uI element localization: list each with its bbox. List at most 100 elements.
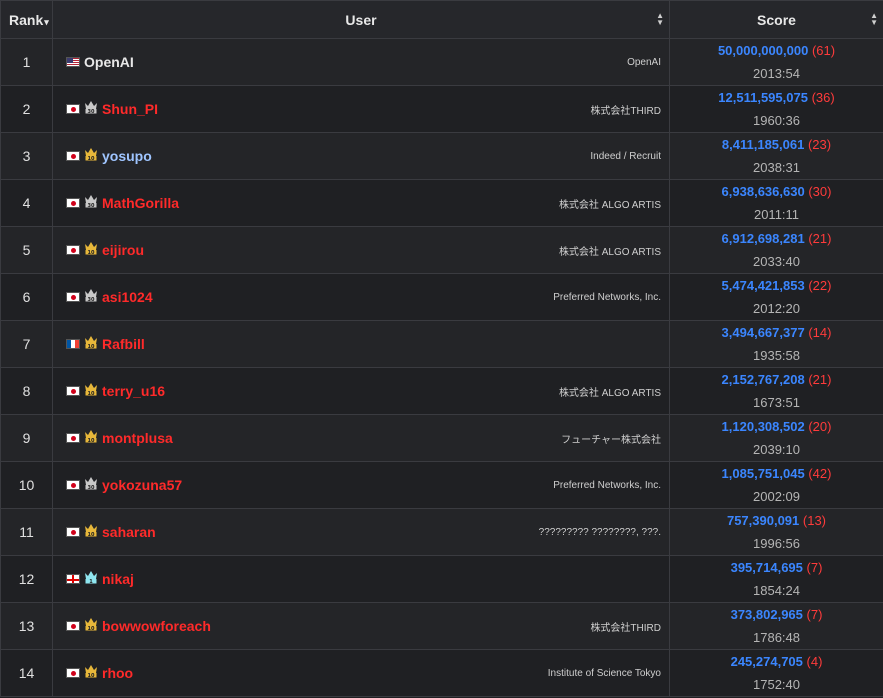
user-sort-icon[interactable]: ▲ ▼ [656, 12, 664, 27]
penalty-value: (4) [806, 654, 823, 669]
score-value: 8,411,185,061 [721, 137, 805, 152]
rating-crown-icon: 10 [84, 616, 102, 636]
penalty-value: (14) [808, 325, 832, 340]
country-flag-icon [66, 574, 80, 584]
score-cell: 8,411,185,061 (23) 2038:31 [669, 132, 883, 180]
username-link[interactable]: Rafbill [102, 336, 145, 352]
rank-cell: 8 [0, 367, 53, 415]
rank-value: 14 [18, 665, 35, 681]
score-value: 5,474,421,853 [721, 278, 805, 293]
rank-value: 13 [18, 618, 35, 634]
country-flag-icon [66, 151, 80, 161]
rating-crown-icon: 30 [84, 193, 102, 213]
svg-text:10: 10 [88, 250, 95, 255]
username-link[interactable]: MathGorilla [102, 195, 179, 211]
user-cell: 30 asi1024 Preferred Networks, Inc. [52, 273, 670, 321]
affiliation: 株式会社 ALGO ARTIS [558, 199, 661, 211]
score-cell: 3,494,667,377 (14) 1935:58 [669, 320, 883, 368]
username-link[interactable]: Shun_PI [102, 101, 158, 117]
affiliation: OpenAI [627, 56, 661, 68]
table-row: 9 10 montplusa フューチャー株式会社 1,120,308,502 (20)… [0, 414, 883, 462]
penalty-value: (42) [808, 466, 832, 481]
penalty-value: (7) [806, 607, 823, 622]
score-cell: 395,714,695 (7) 1854:24 [669, 555, 883, 603]
score-cell: 50,000,000,000 (61) 2013:54 [669, 38, 883, 86]
score-header[interactable]: Score ▲ ▼ [669, 0, 883, 39]
rank-cell: 12 [0, 555, 53, 603]
table-row: 3 10 yosupo Indeed / Recruit 8,411,185,061 (… [0, 132, 883, 180]
table-row: 1 OpenAI OpenAI 50,000,000,000 (61) 2013:54 [0, 38, 883, 86]
user-cell: OpenAI OpenAI [52, 38, 670, 86]
score-cell: 12,511,595,075 (36) 1960:36 [669, 85, 883, 133]
score-value: 395,714,695 [730, 560, 803, 575]
user-cell: 10 bowwowforeach 株式会社THIRD [52, 602, 670, 650]
username-link[interactable]: saharan [102, 524, 156, 540]
penalty-value: (13) [802, 513, 827, 528]
elapsed-time: 2012:20 [753, 301, 800, 316]
rank-value: 7 [22, 336, 31, 352]
rating-crown-icon: 10 [84, 522, 102, 542]
username-link[interactable]: asi1024 [102, 289, 153, 305]
penalty-value: (7) [806, 560, 823, 575]
table-row: 8 10 terry_u16 株式会社 ALGO ARTIS 2,152,767,208… [0, 367, 883, 415]
score-value: 245,274,705 [730, 654, 803, 669]
elapsed-time: 1673:51 [753, 395, 800, 410]
svg-text:10: 10 [88, 532, 95, 537]
elapsed-time: 1960:36 [753, 113, 800, 128]
header-row: Rank▾ User ▲ ▼ Score ▲ ▼ [0, 0, 883, 39]
rank-header[interactable]: Rank▾ [0, 0, 53, 39]
country-flag-icon [66, 198, 80, 208]
svg-text:10: 10 [88, 391, 95, 396]
elapsed-time: 1752:40 [753, 677, 800, 692]
username-link[interactable]: montplusa [102, 430, 173, 446]
affiliation: Indeed / Recruit [590, 150, 661, 162]
rank-cell: 9 [0, 414, 53, 462]
user-cell: 30 Shun_PI 株式会社THIRD [52, 85, 670, 133]
country-flag-icon [66, 386, 80, 396]
rating-crown-icon: 10 [84, 146, 102, 166]
score-value: 6,938,636,630 [721, 184, 805, 199]
user-cell: 10 yosupo Indeed / Recruit [52, 132, 670, 180]
rank-value: 6 [22, 289, 31, 305]
username-link[interactable]: terry_u16 [102, 383, 165, 399]
rating-crown-icon: 30 [84, 287, 102, 307]
username-link[interactable]: rhoo [102, 665, 133, 681]
penalty-value: (23) [807, 137, 832, 152]
svg-text:10: 10 [88, 673, 95, 678]
affiliation: ????????? ????????, ???. [538, 526, 661, 538]
user-header-label: User [345, 11, 377, 28]
username-link[interactable]: yosupo [102, 148, 152, 164]
svg-text:30: 30 [88, 109, 95, 114]
score-cell: 6,938,636,630 (30) 2011:11 [669, 179, 883, 227]
table-row: 7 10 Rafbill 3,494,667,377 (14) 1935:58 [0, 320, 883, 368]
svg-text:10: 10 [88, 156, 95, 161]
affiliation: Preferred Networks, Inc. [553, 291, 661, 303]
username-link[interactable]: eijirou [102, 242, 144, 258]
svg-text:1: 1 [89, 579, 93, 584]
rank-value: 2 [22, 101, 31, 117]
rating-crown-icon: 1 [84, 569, 102, 589]
svg-text:30: 30 [88, 297, 95, 302]
score-cell: 373,802,965 (7) 1786:48 [669, 602, 883, 650]
table-row: 12 1 nikaj 395,714,695 (7) 1854:24 [0, 555, 883, 603]
score-cell: 5,474,421,853 (22) 2012:20 [669, 273, 883, 321]
score-value: 3,494,667,377 [721, 325, 805, 340]
user-header[interactable]: User ▲ ▼ [52, 0, 670, 39]
rank-cell: 14 [0, 649, 53, 697]
rating-crown-icon: 10 [84, 381, 102, 401]
rank-value: 1 [22, 54, 31, 70]
elapsed-time: 2002:09 [753, 489, 800, 504]
rank-cell: 1 [0, 38, 53, 86]
rank-cell: 3 [0, 132, 53, 180]
rank-cell: 13 [0, 602, 53, 650]
username-link[interactable]: nikaj [102, 571, 134, 587]
username-link[interactable]: OpenAI [84, 54, 134, 70]
affiliation: フューチャー株式会社 [561, 434, 661, 446]
username-link[interactable]: bowwowforeach [102, 618, 211, 634]
penalty-value: (61) [811, 43, 836, 58]
user-cell: 10 montplusa フューチャー株式会社 [52, 414, 670, 462]
user-cell: 30 yokozuna57 Preferred Networks, Inc. [52, 461, 670, 509]
score-sort-icon[interactable]: ▲ ▼ [870, 12, 878, 27]
penalty-value: (20) [808, 419, 832, 434]
username-link[interactable]: yokozuna57 [102, 477, 182, 493]
